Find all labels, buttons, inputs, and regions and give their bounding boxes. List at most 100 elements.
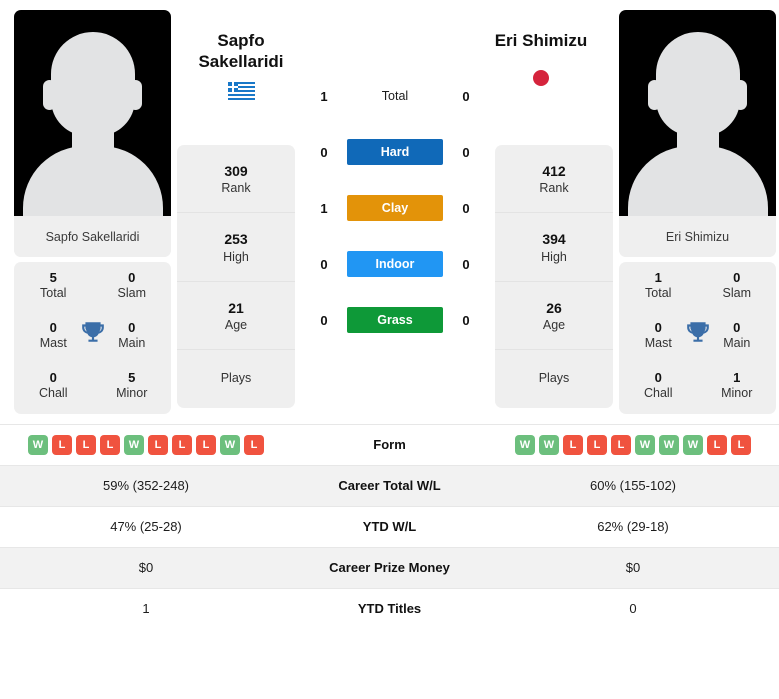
table-row-ytd-titles: 1 YTD Titles 0 [0, 587, 779, 629]
h2h-clay-left-score: 1 [320, 200, 328, 216]
form-badge: L [611, 434, 631, 455]
right-titles-slam-value: 0 [733, 270, 741, 285]
right-player-column: Eri Shimizu 1 Total 0 Slam 0 Mast 0 Main… [619, 10, 776, 414]
left-titles-chall: 0 Chall [14, 370, 93, 402]
right-player-photo-card[interactable]: Eri Shimizu [619, 10, 776, 257]
right-form-cell: W W L L L W W W L L [487, 434, 779, 455]
form-badge: L [76, 434, 96, 455]
right-plays-row: Plays [495, 350, 613, 407]
form-badge: L [731, 434, 751, 455]
silhouette-body [22, 146, 163, 216]
left-player-titles-box: 5 Total 0 Slam 0 Mast 0 Main 0 Chall 5 M… [14, 262, 171, 414]
trophy-icon [686, 322, 709, 342]
h2h-row-indoor: 0 Indoor 0 [301, 236, 489, 292]
form-badge: W [683, 434, 703, 455]
left-high-value: 253 [224, 231, 248, 248]
right-career-prize-money: $0 [625, 560, 641, 576]
form-badge: W [515, 434, 535, 455]
left-age-value: 21 [228, 299, 244, 316]
left-form-badges: W L L L W L L L W L [0, 434, 292, 455]
right-titles-chall-value: 0 [654, 369, 662, 385]
right-player-photo [619, 10, 776, 216]
form-badge: W [124, 434, 144, 455]
left-ytd-titles: 1 [142, 601, 150, 617]
h2h-hard-chip[interactable]: Hard [347, 139, 443, 165]
right-player-photo-name: Eri Shimizu [619, 216, 776, 257]
h2h-clay-right-score: 0 [462, 200, 470, 216]
row-label-ytd-titles: YTD Titles [357, 601, 422, 617]
h2h-total-left-score: 1 [320, 88, 328, 104]
left-player-photo-name: Sapfo Sakellaridi [14, 216, 171, 257]
form-badge: L [587, 434, 607, 455]
h2h-row-total: 1 Total 0 [301, 68, 489, 124]
left-player-info-card: 309 Rank 253 High 21 Age Plays [177, 145, 295, 408]
h2h-row-grass: 0 Grass 0 [301, 292, 489, 348]
trophy-icon [81, 322, 104, 342]
h2h-hard-left-score: 0 [320, 144, 328, 160]
left-plays-row: Plays [177, 350, 295, 407]
h2h-total-label: Total [381, 89, 409, 103]
right-age-row: 26 Age [495, 282, 613, 351]
right-rank-label: Rank [539, 181, 569, 196]
row-label-ytd-wl: YTD W/L [362, 519, 417, 535]
table-row-career-prize-money: $0 Career Prize Money $0 [0, 546, 779, 588]
form-badge: L [196, 434, 216, 455]
form-badge: L [52, 434, 72, 455]
right-titles-chall-label: Chall [644, 386, 673, 400]
head-to-head-column: 1 Total 0 0 Hard 0 1 Clay 0 0 Indoor 0 0 [301, 10, 489, 348]
left-player-photo [14, 10, 171, 216]
h2h-clay-chip[interactable]: Clay [347, 195, 443, 221]
left-titles-total-value: 5 [49, 270, 57, 285]
left-career-total-wl: 59% (352-248) [103, 478, 189, 494]
right-player-info-column: 412 Rank 394 High 26 Age Plays [495, 10, 613, 408]
form-badge: L [244, 434, 264, 455]
right-titles-slam-label: Slam [722, 286, 751, 301]
left-ytd-wl: 47% (25-28) [110, 519, 182, 535]
silhouette-ear-left [648, 80, 661, 110]
right-titles-minor-label: Minor [721, 386, 753, 400]
comparison-top-section: Sapfo Sakellaridi 5 Total 0 Slam 0 Mast [0, 0, 779, 414]
row-label-form: Form [373, 437, 406, 453]
left-rank-label: Rank [221, 181, 251, 196]
silhouette-ear-right [734, 80, 747, 110]
table-row-career-total-wl: 59% (352-248) Career Total W/L 60% (155-… [0, 464, 779, 506]
h2h-grass-chip[interactable]: Grass [347, 307, 443, 333]
left-titles-total-label: Total [40, 286, 67, 301]
form-badge: W [28, 434, 48, 455]
h2h-grass-left-score: 0 [320, 312, 328, 328]
right-titles-total-label: Total [645, 286, 672, 301]
form-badge: L [148, 434, 168, 455]
silhouette-ear-right [129, 80, 142, 110]
right-age-label: Age [542, 318, 566, 333]
left-titles-slam-label: Slam [117, 286, 146, 301]
right-titles-total-value: 1 [654, 270, 662, 285]
person-silhouette-icon [50, 32, 135, 136]
right-ytd-wl: 62% (29-18) [597, 519, 669, 535]
h2h-hard-right-score: 0 [462, 144, 470, 160]
form-badge: L [100, 434, 120, 455]
left-plays-label: Plays [220, 371, 252, 386]
left-titles-slam-value: 0 [128, 270, 136, 285]
h2h-indoor-chip[interactable]: Indoor [347, 251, 443, 277]
player-comparison-page: Sapfo Sakellaridi 5 Total 0 Slam 0 Mast [0, 0, 779, 699]
left-player-info-column: 309 Rank 253 High 21 Age Plays [177, 10, 295, 408]
right-titles-total: 1 Total [619, 270, 698, 302]
right-high-value: 394 [542, 231, 566, 248]
form-badge: W [659, 434, 679, 455]
form-badge: L [707, 434, 727, 455]
right-player-info-card: 412 Rank 394 High 26 Age Plays [495, 145, 613, 408]
left-titles-slam: 0 Slam [93, 270, 172, 302]
form-badge: L [563, 434, 583, 455]
row-label-career-total-wl: Career Total W/L [338, 478, 441, 494]
left-player-photo-card[interactable]: Sapfo Sakellaridi [14, 10, 171, 257]
h2h-indoor-left-score: 0 [320, 256, 328, 272]
row-label-career-prize-money: Career Prize Money [329, 560, 450, 576]
right-rank-row: 412 Rank [495, 145, 613, 214]
right-high-label: High [541, 249, 567, 264]
left-rank-value: 309 [224, 163, 248, 179]
left-high-label: High [223, 249, 249, 264]
left-titles-chall-value: 0 [49, 369, 57, 385]
h2h-row-clay: 1 Clay 0 [301, 180, 489, 236]
silhouette-body [627, 146, 768, 216]
left-career-prize-money: $0 [138, 560, 154, 576]
